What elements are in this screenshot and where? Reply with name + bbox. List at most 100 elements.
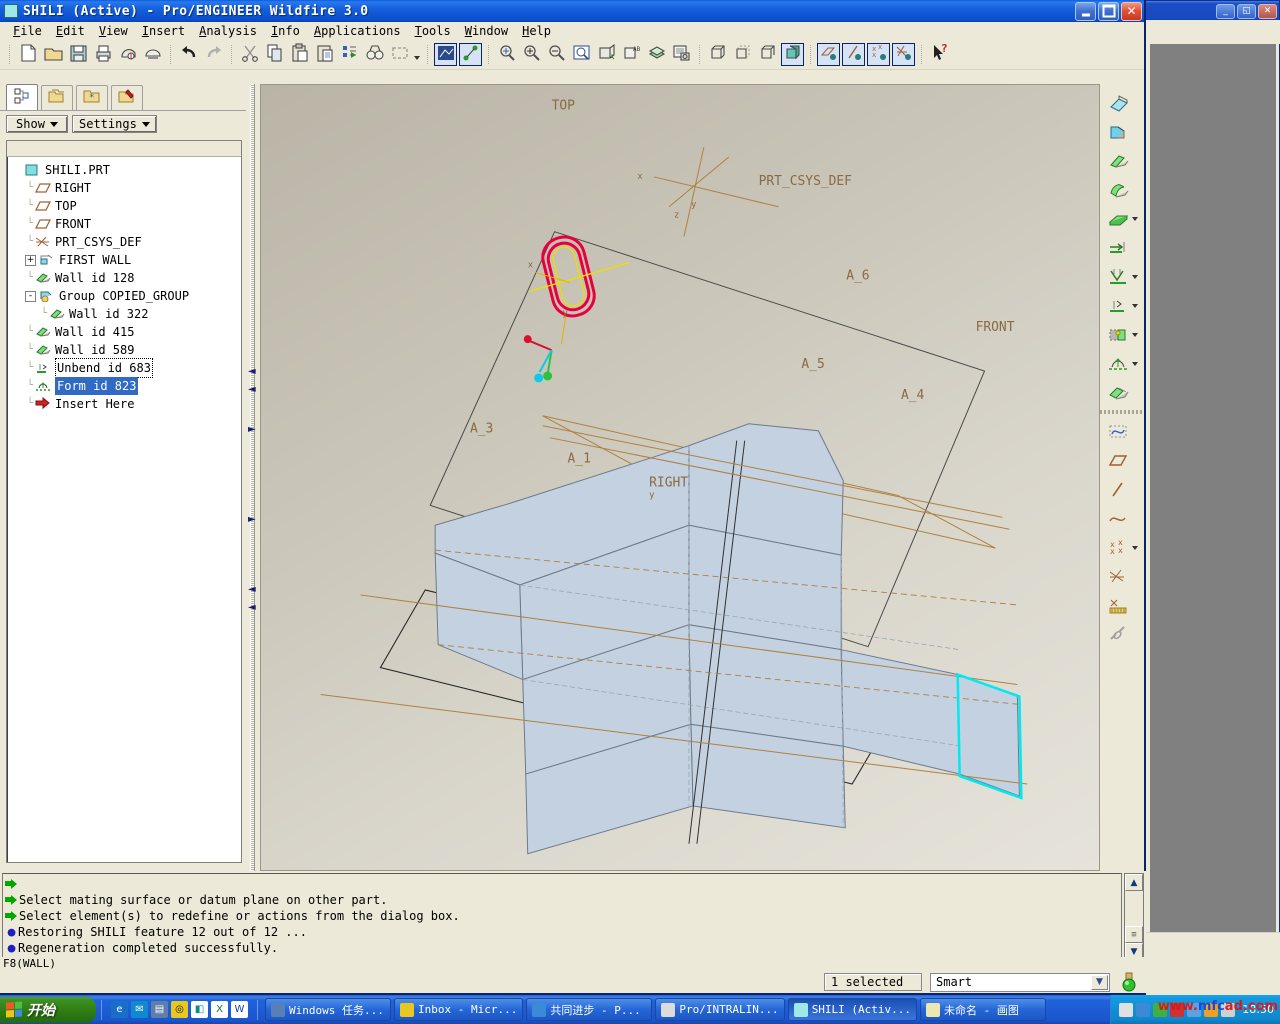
taskbar-button[interactable]: SHILI (Activ... [788,998,917,1021]
menu-help[interactable]: Help [515,23,558,39]
copy-button[interactable] [263,43,286,66]
select-box-button[interactable] [388,43,411,66]
datum-axis-toggle-button[interactable] [842,43,865,66]
form-button[interactable] [1101,349,1143,378]
background-minimize-button[interactable]: _ [1216,4,1235,19]
chevron-down-icon[interactable]: ▼ [1091,975,1108,990]
taskbar[interactable]: 开始 e✉▤◎◧XW Windows 任务...Inbox - Micr...共… [0,995,1280,1024]
titlebar[interactable]: SHILI (Active) - Pro/ENGINEER Wildfire 3… [0,0,1144,22]
open-folder-button[interactable] [41,43,64,66]
show-desktop-icon[interactable]: ▤ [151,1001,168,1018]
tree-item[interactable]: └Wall id 589 [11,341,241,359]
tree-item[interactable]: └Wall id 322 [11,305,241,323]
datum-csys-toggle-button[interactable] [892,43,915,66]
extend-wall-button[interactable] [1101,233,1143,262]
annotation-button[interactable]: AB [620,43,643,66]
tree-item[interactable]: └TOP [11,197,241,215]
menu-insert[interactable]: Insert [135,23,192,39]
acdsee-icon[interactable]: ◧ [191,1001,208,1018]
wireframe-button[interactable] [706,43,729,66]
menubar[interactable]: FileEditViewInsertAnalysisInfoApplicatio… [0,22,1144,40]
zoom-out-button[interactable] [545,43,568,66]
analysis-feature-button[interactable] [1101,591,1143,620]
scroll-thumb[interactable]: ≡ [1125,926,1143,943]
tree-item[interactable]: └PRT_CSYS_DEF [11,233,241,251]
splitter-expand-arrow[interactable]: ► [248,514,256,525]
cut-scissors-button[interactable] [238,43,261,66]
feature-toolbar[interactable]: xxxx [1100,84,1144,871]
start-button[interactable]: 开始 [0,997,96,1023]
zoom-in-button[interactable] [520,43,543,66]
main-toolbar[interactable]: ABxxx? [0,40,1144,70]
datum-display-button[interactable] [459,43,482,66]
update-icon[interactable] [1204,1003,1218,1017]
tree-item[interactable]: └Wall id 128 [11,269,241,287]
system-tray[interactable]: 18:50 www.mfcad.com [1110,995,1280,1024]
taskbar-button[interactable]: Windows 任务... [265,998,391,1021]
antivirus-icon[interactable] [1170,1003,1184,1017]
background-close-button[interactable]: ✕ [1258,4,1277,19]
taskbar-clock[interactable]: 18:50 [1242,1003,1274,1016]
chevron-down-icon[interactable] [1132,217,1138,221]
datum-plane-toggle-button[interactable] [817,43,840,66]
flat-wall-button[interactable] [1101,117,1143,146]
sheetmetal-part-button[interactable] [1101,88,1143,117]
hidden-line-button[interactable] [731,43,754,66]
chevron-down-icon[interactable] [1132,275,1138,279]
usb-icon[interactable] [1221,1003,1235,1017]
close-button[interactable] [1121,2,1142,21]
tree-item[interactable]: └FRONT [11,215,241,233]
minimize-button[interactable] [1075,2,1096,21]
tray-icon-list[interactable] [1119,1003,1235,1017]
redo-button[interactable] [202,43,225,66]
datum-point-button[interactable]: xxxx [1101,533,1143,562]
menu-window[interactable]: Window [458,23,515,39]
view-manager-button[interactable] [595,43,618,66]
message-scrollbar[interactable]: ▲ ≡ ▼ [1124,873,1144,961]
model-tree-list[interactable]: SHILI.PRT└RIGHT└TOP└FRONT└PRT_CSYS_DEF+F… [7,157,241,413]
tree-button-row[interactable]: Show Settings [0,111,246,137]
menu-applications[interactable]: Applications [307,23,408,39]
outlook-express-icon[interactable]: ✉ [131,1001,148,1018]
splitter-bar[interactable] [250,84,255,871]
chevron-down-icon[interactable] [1132,362,1138,366]
menu-view[interactable]: View [92,23,135,39]
no-hidden-button[interactable] [756,43,779,66]
chevron-down-icon[interactable] [1132,333,1138,337]
print-button[interactable] [91,43,114,66]
help-pointer-button[interactable]: ? [928,43,951,66]
tree-expander[interactable]: - [25,291,36,302]
taskbar-button[interactable]: Pro/INTRALIN... [655,998,784,1021]
messenger-icon[interactable] [1187,1003,1201,1017]
datum-csys-button[interactable] [1101,562,1143,591]
print-preview-button[interactable] [116,43,139,66]
new-file-button[interactable] [16,43,39,66]
view-capture-button[interactable] [670,43,693,66]
datum-curve-button[interactable] [1101,504,1143,533]
panel-splitter[interactable]: ◄ ◄ ► ► ◄ ◄ [246,84,260,871]
menu-file[interactable]: File [6,23,49,39]
tree-item[interactable]: └Form id 823 [11,377,241,395]
menu-analysis[interactable]: Analysis [192,23,264,39]
volume-icon[interactable] [1153,1003,1167,1017]
reference-button[interactable] [1101,620,1143,649]
extruded-wall-button[interactable] [1101,146,1143,175]
menu-tools[interactable]: Tools [408,23,458,39]
find-binoculars-button[interactable] [363,43,386,66]
tree-item[interactable]: └Unbend id 683 [11,359,241,377]
undo-button[interactable] [177,43,200,66]
chevron-down-icon[interactable] [1132,304,1138,308]
favorites-tab[interactable]: * [76,85,108,110]
graphics-viewport[interactable]: TOP PRT_CSYS_DEF A_6 FRONT A_5 A_4 A_3 A… [260,84,1100,871]
taskbar-button[interactable]: 共同进步 - P... [526,998,652,1021]
tree-item[interactable]: └Insert Here [11,395,241,413]
taskbar-button[interactable]: 未命名 - 画图 [920,998,1046,1021]
model-tree-box[interactable]: SHILI.PRT└RIGHT└TOP└FRONT└PRT_CSYS_DEF+F… [6,140,242,863]
splitter-expand-arrow[interactable]: ► [248,424,256,435]
paste-button[interactable] [288,43,311,66]
splitter-collapse-arrow[interactable]: ◄ [248,384,256,395]
merge-walls-button[interactable] [1101,378,1143,407]
datum-plane-button[interactable] [1101,446,1143,475]
splitter-collapse-arrow[interactable]: ◄ [248,366,256,377]
tree-item[interactable]: └Wall id 415 [11,323,241,341]
